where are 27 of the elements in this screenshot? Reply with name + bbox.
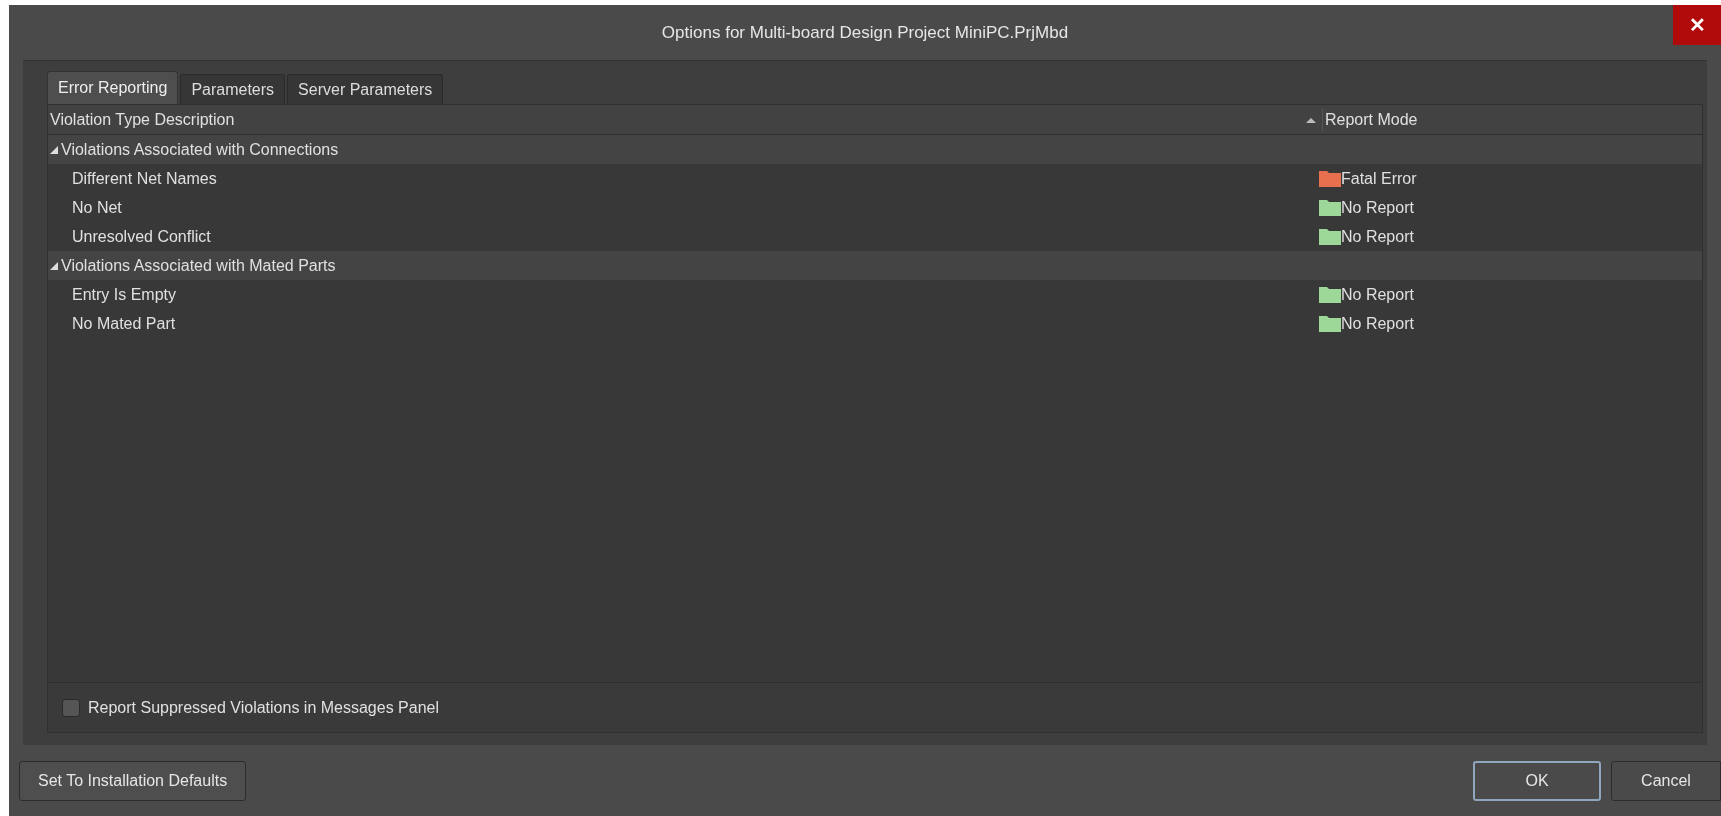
report-mode[interactable]: No Report: [1341, 224, 1414, 249]
collapse-icon[interactable]: [50, 261, 58, 270]
tab[interactable]: Error Reporting: [47, 71, 179, 104]
sort-icon: [1306, 116, 1316, 123]
cancel-button[interactable]: Cancel: [1611, 760, 1721, 801]
report-mode[interactable]: No Report: [1341, 311, 1414, 336]
checkbox[interactable]: [62, 698, 80, 717]
column-header[interactable]: Report Mode: [1322, 107, 1702, 132]
close-button[interactable]: ✕: [1673, 5, 1721, 45]
defaults-button[interactable]: Set To Installation Defaults: [19, 760, 247, 801]
violation-name: No Net: [71, 197, 123, 218]
checkbox-label: Report Suppressed Violations in Messages Panel: [88, 697, 440, 718]
violation-name: Entry Is Empty: [71, 284, 178, 305]
violation-name: Different Net Names: [71, 168, 218, 189]
ok-button[interactable]: OK: [1473, 760, 1601, 801]
report-mode[interactable]: No Report: [1341, 282, 1414, 307]
report-mode[interactable]: No Report: [1341, 195, 1414, 220]
tab[interactable]: Server Parameters: [287, 74, 444, 104]
group-label[interactable]: Violations Associated with Mated Parts: [61, 253, 336, 278]
window-title: Options for Multi-board Design Project MiniPC.PrjMbd: [661, 21, 1069, 44]
violation-name: Unresolved Conflict: [71, 226, 212, 247]
column-header[interactable]: Violation Type Description: [48, 107, 1306, 132]
tab[interactable]: Parameters: [180, 74, 286, 104]
violation-name: No Mated Part: [71, 313, 177, 334]
report-mode[interactable]: Fatal Error: [1341, 166, 1417, 191]
collapse-icon[interactable]: [50, 145, 58, 154]
group-label[interactable]: Violations Associated with Connections: [61, 137, 339, 162]
